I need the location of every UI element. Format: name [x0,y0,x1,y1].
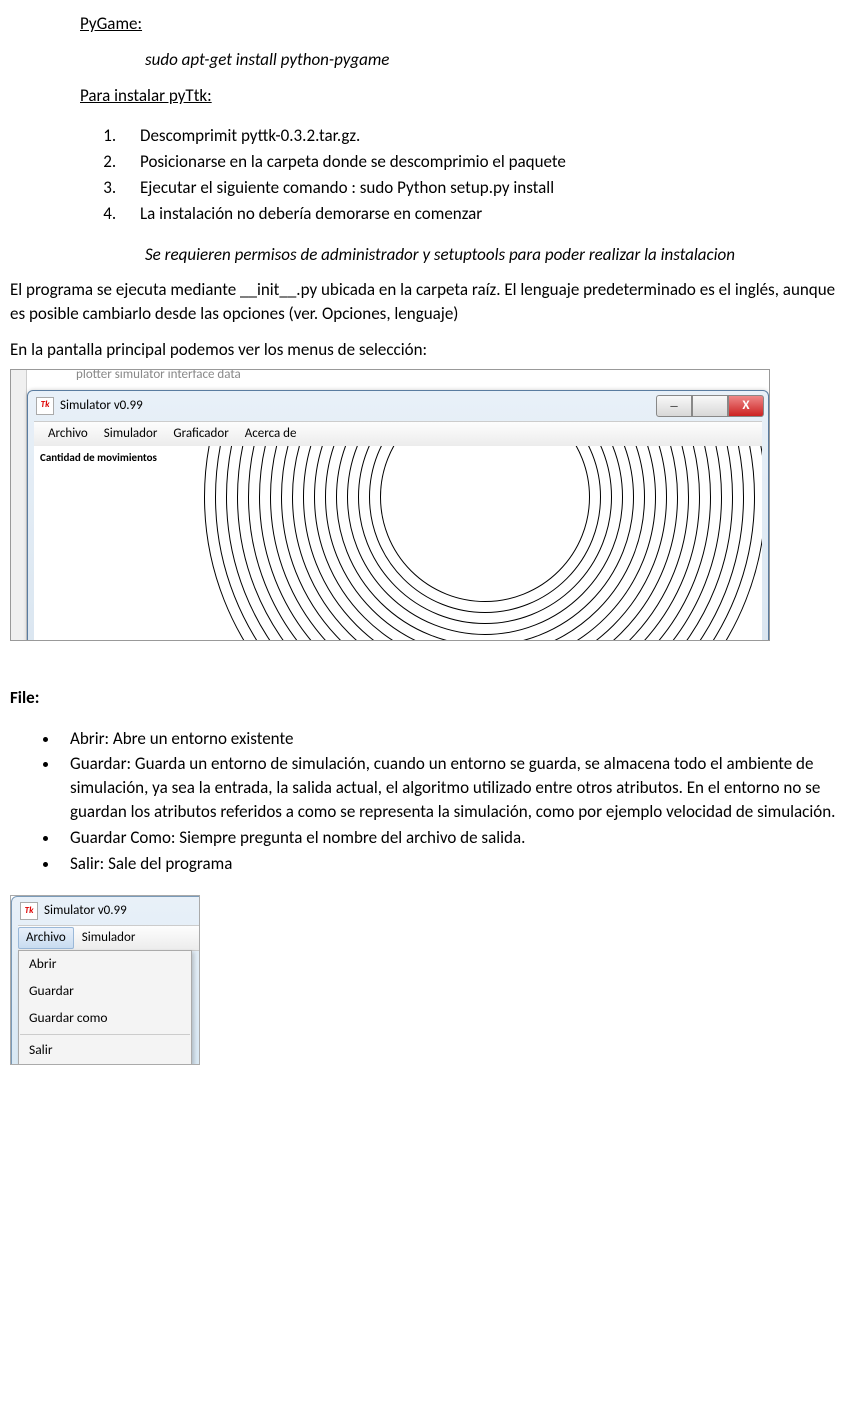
minimize-button[interactable]: — [656,395,692,417]
main-screenshot: plotter simulator interface data Tk Simu… [10,369,770,641]
close-button[interactable]: X [728,395,764,417]
step-4: La instalación no debería demorarse en c… [120,202,850,226]
pyttk-heading: Para instalar pyTtk: [80,84,850,108]
dropdown-guardar[interactable]: Guardar [19,978,191,1005]
step-1: Descomprimit pyttk-0.3.2.tar.gz. [120,124,850,148]
menu-acerca[interactable]: Acerca de [237,423,305,445]
file-heading: File: [10,686,850,710]
file-menu-screenshot: Tk Simulator v0.99 Archivo Simulador Abr… [10,895,200,1065]
window-content: Cantidad de movimientos [34,446,762,641]
dropdown-abrir[interactable]: Abrir [19,951,191,978]
window-title: Simulator v0.99 [60,397,143,415]
left-strip [11,370,27,640]
step-2: Posicionarse en la carpeta donde se desc… [120,150,850,174]
paragraph-init: El programa se ejecuta mediante __init__… [10,278,850,326]
maximize-button[interactable] [692,395,728,417]
file-guardar: Guardar: Guarda un entorno de simulación… [60,752,850,823]
menu-graficador[interactable]: Graficador [165,423,236,445]
dropdown-guardar-como[interactable]: Guardar como [19,1005,191,1032]
step-3: Ejecutar el siguiente comando : sudo Pyt… [120,176,850,200]
dropdown-separator [20,1034,190,1035]
bg-folders-text: plotter simulator interface data [11,369,769,388]
archivo-dropdown: Abrir Guardar Guardar como Salir [18,950,192,1065]
menubar-2: Archivo Simulador [18,925,200,951]
window-title-2: Simulator v0.99 [44,902,127,920]
file-salir: Salir: Sale del programa [60,852,850,876]
simulator-window-2: Tk Simulator v0.99 Archivo Simulador Abr… [11,896,200,1065]
file-guardar-como: Guardar Como: Siempre pregunta el nombre… [60,826,850,850]
install-steps: Descomprimit pyttk-0.3.2.tar.gz. Posicio… [120,124,850,225]
tk-icon: Tk [36,397,54,415]
window-titlebar[interactable]: Tk Simulator v0.99 — X [28,391,768,421]
menu-archivo[interactable]: Archivo [40,423,96,445]
simulator-window: Tk Simulator v0.99 — X Archivo Simulador… [27,390,769,641]
paragraph-menus: En la pantalla principal podemos ver los… [10,338,850,362]
pygame-command: sudo apt-get install python-pygame [145,48,850,72]
dropdown-salir[interactable]: Salir [19,1037,191,1064]
menubar: Archivo Simulador Graficador Acerca de [34,421,762,447]
file-menu-list: Abrir: Abre un entorno existente Guardar… [40,727,850,876]
window-titlebar-2[interactable]: Tk Simulator v0.99 [12,897,200,925]
menu-simulador-2[interactable]: Simulador [74,927,144,949]
tk-icon-2: Tk [20,902,38,920]
menu-simulador[interactable]: Simulador [96,423,166,445]
pygame-heading: PyGame: [80,12,850,36]
menu-archivo-2[interactable]: Archivo [18,927,74,949]
file-abrir: Abrir: Abre un entorno existente [60,727,850,751]
admin-note: Se requieren permisos de administrador y… [145,243,850,267]
